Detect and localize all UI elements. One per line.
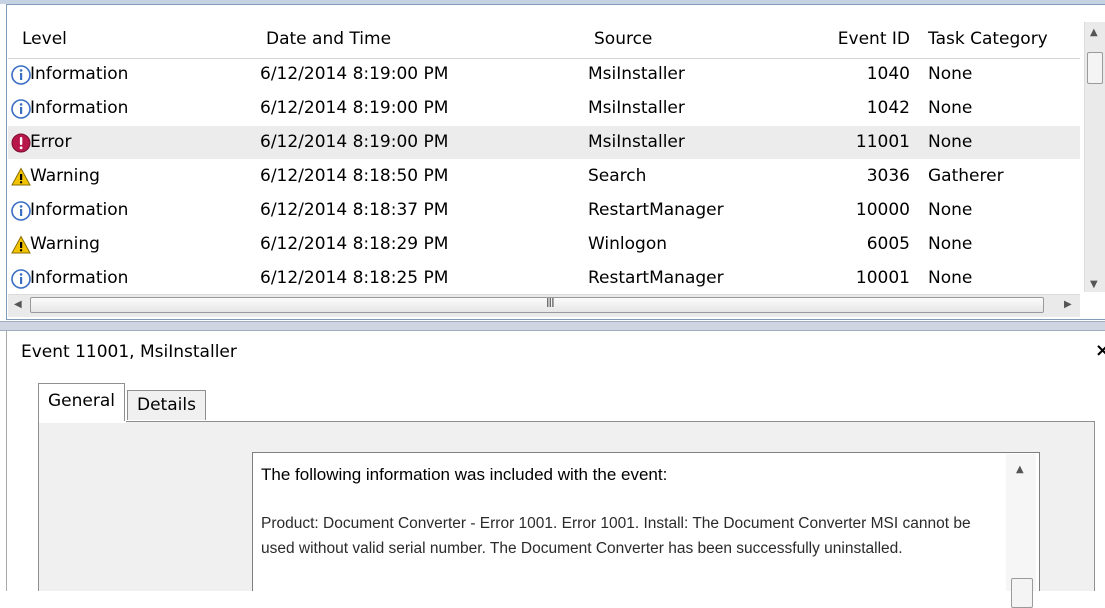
scroll-grip-icon: III xyxy=(546,296,555,310)
task-category-cell: None xyxy=(928,200,973,220)
scroll-down-arrow-icon[interactable]: ▼ xyxy=(1090,280,1098,290)
scroll-left-arrow-icon[interactable]: ◀ xyxy=(14,299,22,310)
level-cell: Error xyxy=(30,132,72,152)
event-id-cell: 1042 xyxy=(866,98,910,118)
active-tab-connector xyxy=(39,421,126,423)
source-cell: RestartManager xyxy=(588,200,724,220)
date-cell: 6/12/2014 8:19:00 PM xyxy=(260,64,449,84)
tab-details[interactable]: Details xyxy=(127,390,206,420)
level-cell: Information xyxy=(30,98,129,118)
event-id-cell: 1040 xyxy=(866,64,910,84)
level-cell: Warning xyxy=(30,166,100,186)
event-detail-title: Event 11001, MsiInstaller xyxy=(21,342,237,362)
task-category-cell: None xyxy=(928,268,973,288)
close-icon[interactable]: × xyxy=(1095,341,1105,361)
table-row[interactable]: Information 6/12/2014 8:19:00 PM MsiInstal… xyxy=(8,58,1080,91)
vertical-scroll-thumb[interactable] xyxy=(1087,52,1103,84)
column-header-event-id[interactable]: Event ID xyxy=(808,26,910,52)
column-header-task-category[interactable]: Task Category xyxy=(928,26,1048,52)
task-category-cell: None xyxy=(928,98,973,118)
event-id-cell: 6005 xyxy=(866,234,910,254)
date-cell: 6/12/2014 8:18:50 PM xyxy=(260,166,449,186)
table-row[interactable]: Warning 6/12/2014 8:18:50 PM Search 3036 Gat… xyxy=(8,160,1080,193)
tab-general[interactable]: General xyxy=(38,383,125,422)
event-message-heading: The following information was included w… xyxy=(261,465,668,484)
column-header-source[interactable]: Source xyxy=(594,26,652,52)
level-cell: Information xyxy=(30,268,129,288)
level-cell: Information xyxy=(30,64,129,84)
horizontal-scroll-thumb[interactable]: III xyxy=(30,296,1044,313)
date-cell: 6/12/2014 8:18:25 PM xyxy=(260,268,449,288)
table-row[interactable]: Information 6/12/2014 8:19:00 PM MsiInstal… xyxy=(8,92,1080,125)
info-icon xyxy=(11,99,31,119)
table-row[interactable]: Warning 6/12/2014 8:18:29 PM Winlogon 6005 N… xyxy=(8,228,1080,261)
date-cell: 6/12/2014 8:18:37 PM xyxy=(260,200,449,220)
scroll-up-arrow-icon[interactable]: ▲ xyxy=(1090,28,1098,38)
pane-splitter[interactable] xyxy=(0,321,1105,331)
level-cell: Warning xyxy=(30,234,100,254)
message-scroll-thumb[interactable] xyxy=(1011,578,1033,608)
message-vertical-scrollbar[interactable]: ▲ xyxy=(1006,454,1036,608)
task-category-cell: None xyxy=(928,132,973,152)
date-cell: 6/12/2014 8:19:00 PM xyxy=(260,98,449,118)
column-header-date[interactable]: Date and Time xyxy=(266,26,391,52)
tab-details-label: Details xyxy=(137,395,196,415)
source-cell: RestartManager xyxy=(588,268,724,288)
date-cell: 6/12/2014 8:19:00 PM xyxy=(260,132,449,152)
events-horizontal-scrollbar[interactable]: ◀ III ▶ xyxy=(8,294,1080,317)
column-header-level[interactable]: Level xyxy=(22,26,67,52)
events-grid-header: Level Date and Time Source Event ID Task… xyxy=(8,22,1080,59)
event-id-cell: 11001 xyxy=(855,132,910,152)
info-icon xyxy=(11,65,31,85)
table-row[interactable]: Information 6/12/2014 8:18:25 PM RestartMa… xyxy=(8,262,1080,295)
event-message-body: Product: Document Converter - Error 1001… xyxy=(261,515,971,557)
source-cell: Search xyxy=(588,166,647,186)
info-icon xyxy=(11,269,31,289)
table-row[interactable]: Error 6/12/2014 8:19:00 PM MsiInstaller 110… xyxy=(8,126,1080,159)
info-icon xyxy=(11,201,31,221)
level-cell: Information xyxy=(30,200,129,220)
source-cell: MsiInstaller xyxy=(588,98,685,118)
event-message-box[interactable]: The following information was included w… xyxy=(252,452,1040,591)
event-id-cell: 10001 xyxy=(855,268,910,288)
scroll-right-arrow-icon[interactable]: ▶ xyxy=(1064,299,1072,310)
source-cell: MsiInstaller xyxy=(588,64,685,84)
events-vertical-scrollbar[interactable]: ▲ ▼ xyxy=(1084,22,1105,292)
error-icon xyxy=(11,133,31,153)
event-id-cell: 3036 xyxy=(866,166,910,186)
table-row[interactable]: Information 6/12/2014 8:18:37 PM RestartMa… xyxy=(8,194,1080,227)
warning-icon xyxy=(11,167,31,187)
source-cell: MsiInstaller xyxy=(588,132,685,152)
date-cell: 6/12/2014 8:18:29 PM xyxy=(260,234,449,254)
tab-general-label: General xyxy=(48,391,115,411)
source-cell: Winlogon xyxy=(588,234,668,254)
warning-icon xyxy=(11,235,31,255)
event-id-cell: 10000 xyxy=(855,200,910,220)
message-scroll-up-arrow-icon[interactable]: ▲ xyxy=(1016,464,1024,475)
task-category-cell: Gatherer xyxy=(928,166,1004,186)
task-category-cell: None xyxy=(928,234,973,254)
task-category-cell: None xyxy=(928,64,973,84)
